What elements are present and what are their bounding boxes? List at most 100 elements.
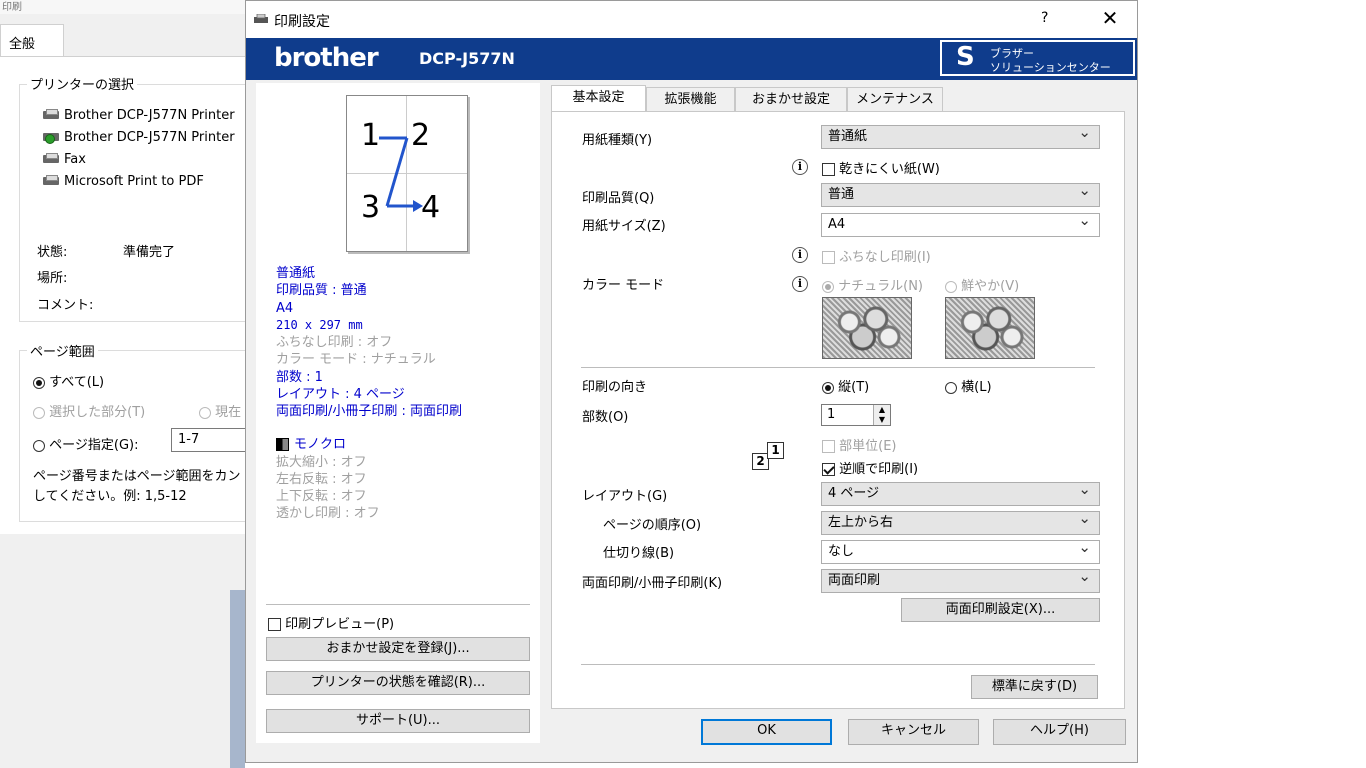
location-label: 場所: bbox=[37, 271, 68, 286]
border-line-label: 仕切り線(B) bbox=[603, 546, 675, 561]
orientation-label: 印刷の向き bbox=[582, 380, 648, 395]
borderless-checkbox[interactable]: ふちなし印刷(I) bbox=[822, 246, 931, 265]
status-value: 準備完了 bbox=[123, 245, 176, 260]
radio-icon bbox=[945, 280, 957, 293]
tab-basic[interactable]: 基本設定 bbox=[551, 85, 646, 113]
checkbox-icon bbox=[822, 463, 835, 476]
landscape-radio[interactable]: 横(L) bbox=[945, 376, 992, 395]
restore-defaults-button[interactable]: 標準に戻す(D) bbox=[971, 675, 1098, 699]
range-pages-input[interactable]: 1-7 bbox=[171, 428, 251, 452]
reverse-order-checkbox[interactable]: 逆順で印刷(I) bbox=[822, 458, 918, 477]
tab-print-profiles[interactable]: おまかせ設定 bbox=[735, 87, 847, 111]
info-icon[interactable]: i bbox=[792, 247, 808, 263]
help-button[interactable]: ? bbox=[1041, 10, 1048, 26]
media-type-dropdown[interactable]: 普通紙 bbox=[821, 121, 1100, 149]
range-current-radio[interactable]: 現在 bbox=[199, 401, 241, 420]
stepper-arrows-icon[interactable]: ▲ ▼ bbox=[873, 405, 890, 425]
range-pages-radio[interactable]: ページ指定(G): bbox=[33, 434, 138, 453]
duplex-settings-button[interactable]: 両面印刷設定(X)... bbox=[901, 598, 1100, 622]
register-profile-button[interactable]: おまかせ設定を登録(J)... bbox=[266, 637, 530, 661]
printer-item[interactable]: Fax bbox=[41, 149, 86, 169]
ok-button[interactable]: OK bbox=[701, 719, 832, 745]
print-preview-checkbox[interactable]: 印刷プレビュー(P) bbox=[268, 613, 394, 632]
status-label: 状態: bbox=[37, 245, 68, 260]
color-natural-radio[interactable]: ナチュラル(N) bbox=[822, 275, 923, 294]
comment-label: コメント: bbox=[37, 298, 94, 313]
media-type-label: 用紙種類(Y) bbox=[582, 133, 653, 148]
paper-size-dropdown[interactable]: A4 bbox=[821, 209, 1100, 237]
summary-mono: モノクロ bbox=[276, 436, 346, 453]
fax-icon bbox=[41, 153, 61, 165]
color-mode-label: カラー モード bbox=[582, 278, 665, 293]
checkbox-icon bbox=[822, 163, 835, 176]
support-button[interactable]: サポート(U)... bbox=[266, 709, 530, 733]
info-icon[interactable]: i bbox=[792, 276, 808, 292]
printer-item-default[interactable]: Brother DCP-J577N Printer bbox=[41, 127, 235, 147]
tab-advanced[interactable]: 拡張機能 bbox=[646, 87, 735, 111]
preview-separator bbox=[266, 604, 530, 605]
printing-preferences-dialog: 印刷設定 ? ✕ brother DCP-J577N S ブラザー ソリューショ… bbox=[245, 0, 1138, 763]
check-printer-status-button[interactable]: プリンターの状態を確認(R)... bbox=[266, 671, 530, 695]
print-quality-label: 印刷品質(Q) bbox=[582, 191, 655, 206]
tab-general[interactable]: 全般 bbox=[0, 24, 64, 57]
background-general-panel: プリンターの選択 Brother DCP-J577N Printer Broth… bbox=[0, 56, 261, 535]
help-footer-button[interactable]: ヘルプ(H) bbox=[993, 719, 1126, 745]
border-line-dropdown[interactable]: なし bbox=[821, 536, 1100, 564]
preview-panel: 1 2 3 4 普通紙 印刷品質 : 普通 A4 210 x 297 mm ふち… bbox=[256, 83, 540, 743]
paper-size-label: 用紙サイズ(Z) bbox=[582, 219, 666, 234]
layout-preview-thumbnail: 1 2 3 4 bbox=[346, 95, 468, 252]
background-title-text: 印刷 bbox=[2, 2, 22, 13]
page-range-title: ページ範囲 bbox=[27, 341, 98, 360]
range-help-line1: ページ番号またはページ範囲をカン bbox=[33, 469, 241, 484]
radio-icon bbox=[33, 406, 45, 419]
background-title-fragment: 印刷 bbox=[0, 0, 245, 14]
preview-page-3: 3 bbox=[361, 190, 381, 225]
summary-borderless: ふちなし印刷 : オフ bbox=[276, 335, 393, 350]
color-vivid-radio[interactable]: 鮮やか(V) bbox=[945, 275, 1019, 294]
solutions-center-line2: ソリューションセンター bbox=[990, 61, 1111, 74]
info-icon[interactable]: i bbox=[792, 159, 808, 175]
mono-icon bbox=[276, 438, 289, 451]
copies-stepper[interactable]: 1 ▲ ▼ bbox=[821, 404, 891, 426]
checkbox-icon bbox=[822, 440, 835, 453]
layout-label: レイアウト(G) bbox=[582, 489, 668, 504]
layout-dropdown[interactable]: 4 ページ bbox=[821, 478, 1100, 506]
range-all-radio[interactable]: すべて(L) bbox=[33, 371, 104, 390]
radio-icon bbox=[199, 406, 211, 419]
background-window-edge bbox=[230, 590, 245, 768]
duplex-dropdown[interactable]: 両面印刷 bbox=[821, 565, 1100, 593]
slow-dry-checkbox[interactable]: 乾きにくい紙(W) bbox=[822, 158, 940, 177]
preview-page-4: 4 bbox=[421, 190, 441, 225]
print-quality-dropdown[interactable]: 普通 bbox=[821, 179, 1100, 207]
page-order-dropdown[interactable]: 左上から右 bbox=[821, 507, 1100, 535]
collate-checkbox[interactable]: 部単位(E) bbox=[822, 435, 897, 454]
brother-logo: brother bbox=[274, 43, 379, 73]
title-bar: 印刷設定 ? ✕ bbox=[246, 1, 1137, 38]
brother-banner: brother DCP-J577N S ブラザー ソリューションセンター bbox=[246, 38, 1137, 80]
summary-reverse: 上下反転 : オフ bbox=[276, 489, 367, 504]
summary-quality: 印刷品質 : 普通 bbox=[276, 283, 367, 298]
printer-item[interactable]: Microsoft Print to PDF bbox=[41, 171, 204, 191]
portrait-radio[interactable]: 縦(T) bbox=[822, 376, 869, 395]
collate-sheet-icon: 1 bbox=[767, 442, 784, 459]
background-dialog-bottom bbox=[0, 534, 245, 768]
copies-value: 1 bbox=[827, 407, 836, 422]
model-name: DCP-J577N bbox=[419, 49, 515, 68]
radio-icon bbox=[33, 376, 45, 389]
summary-dimensions: 210 x 297 mm bbox=[276, 318, 363, 332]
solutions-center-icon: S bbox=[956, 42, 975, 72]
checkbox-icon bbox=[822, 251, 835, 264]
solutions-center-button[interactable]: S ブラザー ソリューションセンター bbox=[940, 40, 1135, 76]
checkbox-icon bbox=[268, 618, 281, 631]
printer-icon bbox=[41, 175, 61, 187]
tab-maintenance[interactable]: メンテナンス bbox=[847, 87, 943, 111]
summary-scaling: 拡大縮小 : オフ bbox=[276, 455, 367, 470]
summary-copies: 部数 : 1 bbox=[276, 370, 323, 385]
dialog-title: 印刷設定 bbox=[274, 14, 330, 30]
cancel-button[interactable]: キャンセル bbox=[848, 719, 979, 745]
range-selection-radio[interactable]: 選択した部分(T) bbox=[33, 401, 145, 420]
close-button[interactable]: ✕ bbox=[1096, 6, 1124, 30]
printer-icon bbox=[254, 14, 268, 23]
natural-sample-image bbox=[822, 297, 912, 359]
printer-item[interactable]: Brother DCP-J577N Printer bbox=[41, 105, 235, 125]
